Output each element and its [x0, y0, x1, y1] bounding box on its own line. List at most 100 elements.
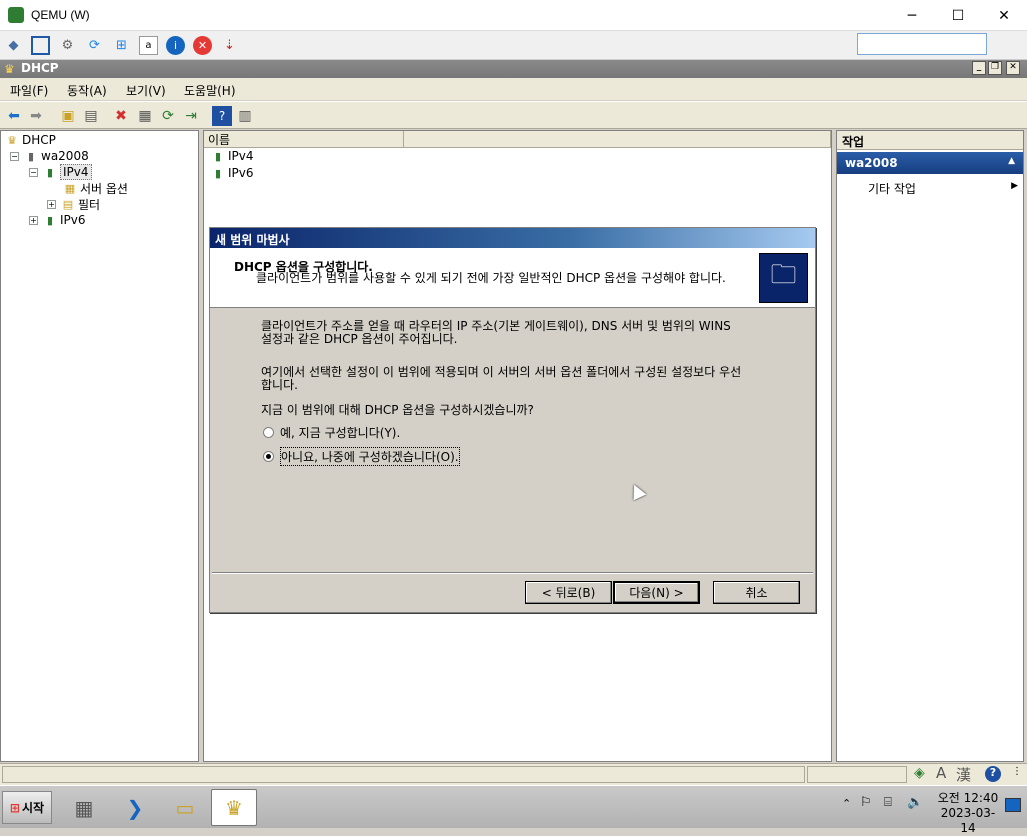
host-window-title: QEMU (W)	[31, 8, 90, 22]
volume-muted-icon[interactable]: 🔈	[907, 795, 923, 810]
tree-item-dhcp[interactable]: ♛ DHCP	[5, 132, 56, 148]
radio-option-no[interactable]: 아니요, 나중에 구성하겠습니다(O).	[263, 447, 460, 466]
gear-icon[interactable]: ⚙	[58, 36, 77, 55]
cancel-button[interactable]: 취소	[713, 581, 800, 604]
qemu-app-icon	[8, 7, 24, 23]
console-tree: ♛ DHCP − ▮ wa2008 − ▮ IPv4 ▦ 서버 옵션 + ▤ 필…	[0, 130, 199, 762]
action-pane-icon[interactable]: ▥	[235, 106, 255, 126]
tree-item-ipv6[interactable]: + ▮ IPv6	[29, 212, 86, 228]
back-arrow-icon[interactable]: ⬅	[4, 106, 24, 126]
tree-item-server-options[interactable]: ▦ 서버 옵션	[63, 180, 128, 196]
action-section-wa2008[interactable]: wa2008 ▲	[837, 152, 1023, 174]
windows-logo-icon: ⊞	[9, 800, 20, 815]
up-folder-icon[interactable]: ▣	[58, 106, 78, 126]
action-pane-header: 작업	[837, 131, 1023, 150]
radio-no-label: 아니요, 나중에 구성하겠습니다(O).	[280, 447, 460, 466]
column-header-empty	[404, 131, 831, 148]
menu-view[interactable]: 보기(V)	[126, 82, 166, 99]
radio-yes-label: 예, 지금 구성합니다(Y).	[280, 426, 401, 440]
show-desktop-icon[interactable]	[1005, 798, 1021, 812]
wizard-header: DHCP 옵션을 구성합니다. 클라이언트가 범위를 사용할 수 있게 되기 전…	[210, 248, 815, 308]
radio-yes-circle[interactable]	[263, 427, 274, 438]
tree-label: IPv6	[60, 213, 86, 227]
mmc-restore-button[interactable]: ❐	[988, 61, 1002, 75]
next-button[interactable]: 다음(N) >	[613, 581, 700, 604]
start-button[interactable]: ⊞ 시작	[2, 791, 52, 824]
dhcp-trophy-icon: ♛	[7, 133, 17, 147]
stop-icon[interactable]: ✕	[193, 36, 212, 55]
delete-icon[interactable]: ✖	[111, 106, 131, 126]
host-title-bar: QEMU (W) ─ ☐ ✕	[0, 0, 1027, 31]
powershell-icon[interactable]: ❯	[112, 789, 158, 826]
tree-item-server[interactable]: − ▮ wa2008	[10, 148, 89, 164]
ip-scope-icon: ▮	[46, 213, 54, 227]
radio-no-circle[interactable]	[263, 451, 274, 462]
mmc-window-title: DHCP	[21, 61, 59, 75]
action-more-actions[interactable]: 기타 작업 ▶	[868, 180, 1018, 197]
show-hide-tree-icon[interactable]: ▤	[81, 106, 101, 126]
list-item[interactable]: ▮ IPv6	[211, 165, 254, 181]
menu-file[interactable]: 파일(F)	[10, 82, 48, 99]
collapse-up-icon[interactable]: ▲	[1008, 156, 1015, 166]
taskbar: ⊞ 시작 ▦ ❯ ▭ ♛ ⌃ ⚐ ⌸ 🔈 오전 12:40 2023-03-14	[0, 785, 1027, 835]
fullscreen-icon[interactable]	[31, 36, 50, 55]
wizard-title: 새 범위 마법사	[210, 228, 815, 248]
network-icon[interactable]: ⌸	[884, 795, 892, 810]
mmc-close-button[interactable]: ✕	[1006, 61, 1020, 75]
explorer-folder-icon[interactable]: ▭	[162, 789, 208, 826]
export-list-icon[interactable]: ⇥	[181, 106, 201, 126]
ip-scope-icon: ▮	[214, 149, 222, 163]
menu-action[interactable]: 동작(A)	[67, 82, 107, 99]
column-header-name[interactable]: 이름	[204, 131, 404, 148]
tree-label: DHCP	[22, 133, 56, 147]
ip-scope-icon: ▮	[214, 166, 222, 180]
maximize-button[interactable]: ☐	[935, 0, 981, 31]
tree-label: 서버 옵션	[80, 181, 128, 196]
server-icon: ▮	[27, 149, 35, 163]
clock[interactable]: 오전 12:40 2023-03-14	[934, 791, 1002, 836]
expand-icon[interactable]: +	[29, 215, 38, 225]
qemu-search-input[interactable]	[857, 33, 987, 55]
action-center-flag-icon[interactable]: ⚐	[860, 795, 872, 810]
keyboard-icon[interactable]: a	[139, 36, 158, 55]
wizard-divider	[212, 572, 813, 574]
tree-label: IPv4	[60, 164, 92, 180]
properties-icon[interactable]: ▦	[135, 106, 155, 126]
back-button[interactable]: < 뒤로(B)	[525, 581, 612, 604]
refresh-icon[interactable]: ⟳	[85, 36, 104, 55]
mmc-minimize-button[interactable]: _	[972, 61, 986, 75]
clock-date: 2023-03-14	[940, 806, 996, 835]
ime-mode-icon[interactable]: A	[936, 764, 946, 782]
filter-folder-icon: ▤	[62, 197, 74, 211]
menu-help[interactable]: 도움말(H)	[184, 82, 236, 99]
status-section	[807, 766, 907, 783]
clock-time: 오전 12:40	[937, 791, 999, 805]
server-manager-icon[interactable]: ▦	[61, 789, 107, 826]
settings-cubes-icon[interactable]: ◆	[4, 36, 23, 55]
tree-item-filters[interactable]: + ▤ 필터	[47, 196, 100, 212]
mmc-toolbar: ⬅ ➡ ▣ ▤ ✖ ▦ ⟳ ⇥ ? ▥	[0, 101, 1027, 129]
refresh-list-icon[interactable]: ⟳	[158, 106, 178, 126]
dhcp-taskbar-icon[interactable]: ♛	[211, 789, 257, 826]
options-icon[interactable]: ⋮	[1012, 766, 1022, 777]
minimize-button[interactable]: ─	[889, 0, 935, 31]
ip-scope-icon: ▮	[46, 165, 54, 179]
collapse-icon[interactable]: −	[29, 167, 38, 177]
ime-help-icon[interactable]: ?	[985, 766, 1001, 782]
start-label: 시작	[21, 801, 45, 815]
disconnect-icon[interactable]: ⇣	[220, 36, 239, 55]
tree-item-ipv4[interactable]: − ▮ IPv4	[29, 164, 92, 180]
submenu-arrow-icon: ▶	[1011, 181, 1018, 191]
info-icon[interactable]: i	[166, 36, 185, 55]
expand-icon[interactable]: +	[47, 199, 56, 209]
list-item[interactable]: ▮ IPv4	[211, 148, 254, 164]
forward-arrow-icon[interactable]: ➡	[26, 106, 46, 126]
help-icon[interactable]: ?	[212, 106, 232, 126]
collapse-icon[interactable]: −	[10, 151, 19, 161]
language-bar-icon[interactable]: ◈	[914, 765, 925, 781]
radio-option-yes[interactable]: 예, 지금 구성합니다(Y).	[263, 424, 400, 441]
show-hidden-icons[interactable]: ⌃	[842, 797, 851, 810]
hanja-icon[interactable]: 漢	[956, 764, 971, 785]
close-button[interactable]: ✕	[981, 0, 1027, 31]
windows-icon[interactable]: ⊞	[112, 36, 131, 55]
